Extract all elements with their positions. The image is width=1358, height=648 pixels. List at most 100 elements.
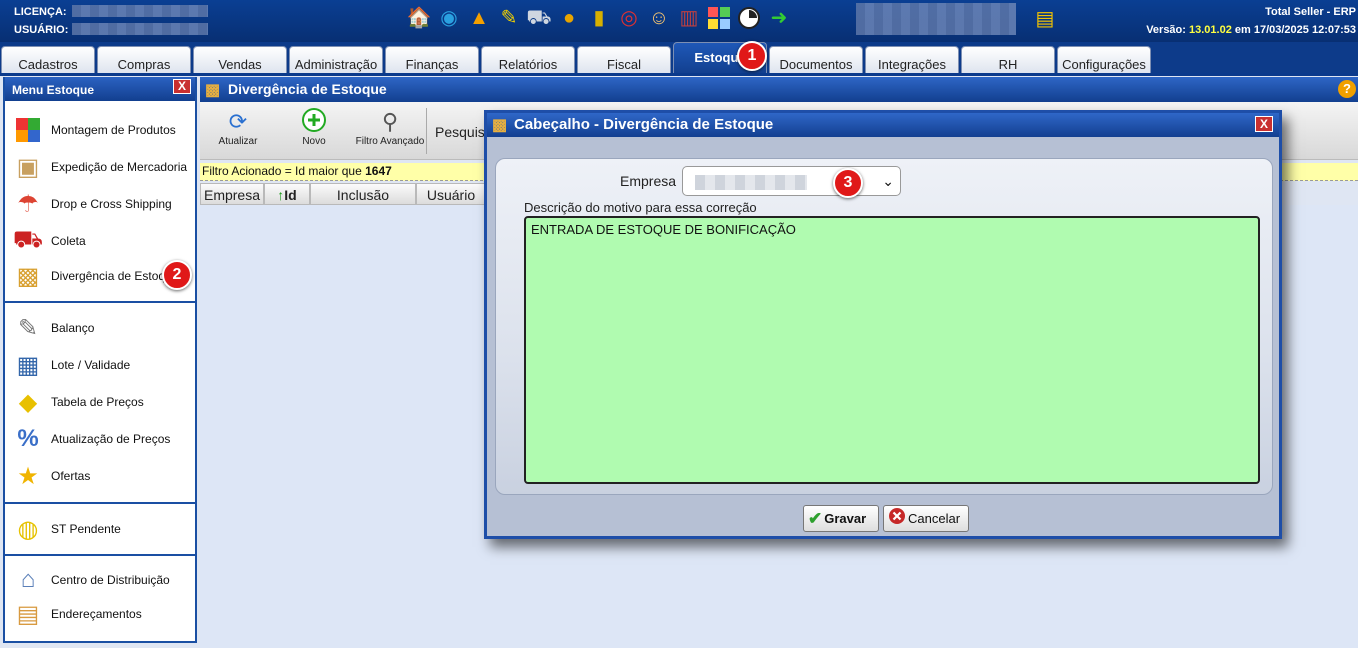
license-value-redacted (72, 5, 208, 17)
notepad-icon: ✎ (17, 314, 39, 342)
cancel-button[interactable]: Cancelar (883, 505, 969, 532)
column-id[interactable]: ↑Id (264, 183, 310, 205)
tab-integracoes[interactable]: Integrações (865, 46, 959, 74)
column-inclusao[interactable]: Inclusão (310, 183, 416, 205)
chevron-down-icon: ⌄ (882, 173, 894, 189)
clock-icon[interactable] (736, 4, 762, 32)
tab-fiscal[interactable]: Fiscal (577, 46, 671, 74)
menu-item-enderecamentos[interactable]: ▤ Endereçamentos (11, 597, 191, 631)
main-title-bar: ▩ Divergência de Estoque ? (200, 77, 1358, 102)
check-icon: ✔ (808, 508, 823, 528)
page-title: Divergência de Estoque (228, 81, 387, 97)
menu-item-atualizacao-precos[interactable]: % Atualização de Preços (11, 422, 191, 456)
advanced-filter-button[interactable]: ⚲ Filtro Avançado (355, 108, 425, 154)
lifebuoy-icon[interactable]: ◎ (616, 4, 642, 32)
cart-icon[interactable]: ⛟ (526, 4, 552, 32)
open-box-icon: ▩ (205, 82, 221, 99)
open-box-icon: ▩ (16, 262, 40, 290)
phone-icon[interactable]: ▮ (586, 4, 612, 32)
book-icon[interactable]: ▤ (1032, 5, 1058, 33)
grid-header: Empresa ↑Id Inclusão Usuário (200, 183, 486, 205)
shelves-icon: ▤ (16, 600, 40, 628)
user-value-redacted (72, 23, 208, 35)
company-select[interactable]: ⌄ (682, 166, 901, 196)
plus-icon (279, 108, 349, 136)
cancel-label: Cancelar (908, 511, 961, 526)
column-id-label: Id (284, 187, 297, 203)
database-icon[interactable]: ◉ (436, 4, 462, 32)
dialog-form: Empresa ⌄ Descrição do motivo para essa … (495, 158, 1273, 495)
new-button[interactable]: Novo (279, 108, 349, 154)
open-box-icon: ▩ (492, 117, 508, 134)
menu-item-expedicao[interactable]: ▣ Expedição de Mercadoria (11, 150, 191, 184)
column-empresa[interactable]: Empresa (200, 183, 264, 205)
menu-title-label: Menu Estoque (12, 83, 95, 97)
cheese-icon: ◆ (18, 388, 38, 416)
box-icon: ▣ (16, 153, 40, 181)
help-icon[interactable]: ? (1338, 80, 1356, 98)
tab-cadastros[interactable]: Cadastros (1, 46, 95, 74)
description-label: Descrição do motivo para essa correção (524, 200, 757, 215)
warehouse-icon: ⌂ (20, 566, 36, 593)
menu-item-label: ST Pendente (51, 522, 121, 536)
menu-item-coleta[interactable]: ⛟ Coleta (11, 224, 191, 258)
menu-item-tabela-precos[interactable]: ◆ Tabela de Preços (11, 385, 191, 419)
tab-financas[interactable]: Finanças (385, 46, 479, 74)
refresh-button[interactable]: ⟳ Atualizar (203, 108, 273, 154)
magnifier-icon: ⚲ (381, 109, 399, 134)
exit-icon[interactable]: ➜ (766, 4, 792, 32)
menu-separator (5, 554, 195, 556)
tab-rh[interactable]: RH (961, 46, 1055, 74)
menu-item-label: Drop e Cross Shipping (51, 197, 172, 211)
column-usuario[interactable]: Usuário (416, 183, 486, 205)
home-icon[interactable]: 🏠 (406, 4, 432, 32)
menu-item-lote[interactable]: ▦ Lote / Validade (11, 348, 191, 382)
step-badge-2: 2 (162, 260, 192, 290)
license-label: LICENÇA: (14, 6, 67, 18)
refresh-label: Atualizar (218, 136, 258, 147)
menu-close-button[interactable]: X (173, 79, 191, 94)
tab-compras[interactable]: Compras (97, 46, 191, 74)
warning-icon[interactable]: ▲ (466, 4, 492, 32)
header-dialog: ▩ Cabeçalho - Divergência de Estoque X E… (484, 110, 1282, 539)
tab-vendas[interactable]: Vendas (193, 46, 287, 74)
menu-item-centro-distribuicao[interactable]: ⌂ Centro de Distribuição (11, 563, 191, 597)
menu-item-label: Ofertas (51, 469, 91, 483)
step-badge-3: 3 (833, 168, 863, 198)
menu-item-label: Lote / Validade (51, 358, 131, 372)
filter-value: 1647 (365, 164, 392, 178)
monitor-icon[interactable]: ● (556, 4, 582, 32)
description-textarea[interactable]: ENTRADA DE ESTOQUE DE BONIFICAÇÃO (524, 216, 1260, 484)
company-logo-redacted (856, 3, 1016, 35)
cube-icon (11, 114, 45, 146)
dialog-close-button[interactable]: X (1255, 116, 1273, 132)
truck-icon: ⛟ (12, 226, 44, 253)
tab-documentos[interactable]: Documentos (769, 46, 863, 74)
chart-icon[interactable]: ▥ (676, 4, 702, 32)
top-header: LICENÇA: USUÁRIO: 🏠 ◉ ▲ ✎ ⛟ ● ▮ ◎ ☺ ▥ ➜ … (0, 0, 1358, 42)
menu-item-drop-cross[interactable]: ☂ Drop e Cross Shipping (11, 187, 191, 221)
advanced-filter-label: Filtro Avançado (355, 136, 425, 147)
cancel-icon (888, 507, 906, 530)
toolbar-icons: 🏠 ◉ ▲ ✎ ⛟ ● ▮ ◎ ☺ ▥ ➜ (406, 4, 792, 34)
menu-item-label: Divergência de Estoque (51, 269, 179, 283)
menu-separator (5, 301, 195, 303)
user-label: USUÁRIO: (14, 24, 69, 36)
menu-item-montagem[interactable]: Montagem de Produtos (11, 113, 191, 147)
colors-grid (708, 7, 730, 29)
tab-relatorios[interactable]: Relatórios (481, 46, 575, 74)
version-number: 13.01.02 (1189, 24, 1232, 36)
menu-item-label: Balanço (51, 321, 95, 335)
tab-administracao[interactable]: Administração (289, 46, 383, 74)
menu-item-st-pendente[interactable]: ◍ ST Pendente (11, 512, 191, 546)
tab-configuracoes[interactable]: Configurações (1057, 46, 1151, 74)
menu-item-label: Endereçamentos (51, 607, 142, 621)
colors-icon[interactable] (706, 4, 732, 32)
save-button[interactable]: ✔ Gravar (803, 505, 879, 532)
menu-item-label: Tabela de Preços (51, 395, 144, 409)
version-info: Versão: 13.01.02 em 17/03/2025 12:07:53 (1146, 24, 1356, 36)
menu-item-balanco[interactable]: ✎ Balanço (11, 311, 191, 345)
broom-icon[interactable]: ✎ (496, 4, 522, 32)
users-icon[interactable]: ☺ (646, 4, 672, 32)
menu-item-ofertas[interactable]: ★ Ofertas (11, 459, 191, 493)
